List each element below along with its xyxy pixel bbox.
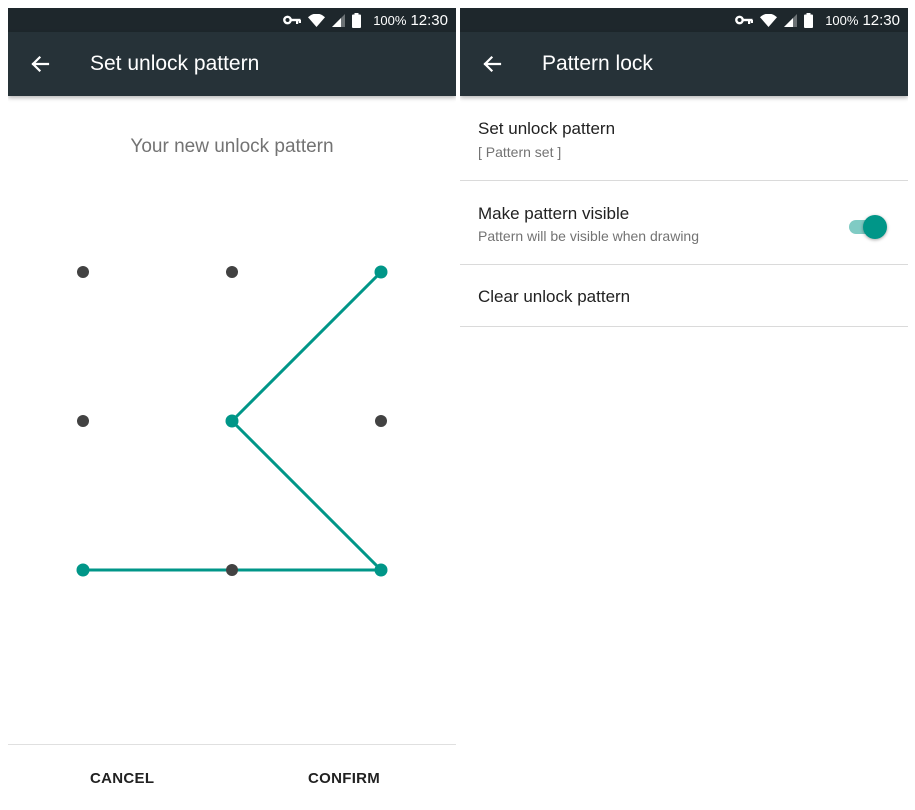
confirm-button[interactable]: CONFIRM [300,760,388,796]
back-button[interactable] [476,48,508,80]
clear-unlock-pattern-item[interactable]: Clear unlock pattern [460,265,908,327]
make-pattern-visible-item[interactable]: Make pattern visible Pattern will be vis… [460,181,908,265]
pref-title: Make pattern visible [478,204,630,223]
page-title: Set unlock pattern [90,52,260,75]
status-icons: 100% 12:30 [276,8,448,32]
pref-title: Clear unlock pattern [478,287,631,306]
pref-summary: Pattern will be visible when drawing [478,228,699,244]
wifi-icon [760,13,778,27]
cell-signal-icon [332,13,346,27]
pattern-dot[interactable] [225,414,239,428]
status-icons: 100% 12:30 [728,8,900,32]
arrow-back-icon [31,55,50,73]
pref-summary: [ Pattern set ] [478,144,562,160]
pattern-dot[interactable] [374,563,388,577]
pattern-visible-toggle[interactable] [847,214,887,240]
app-bar: Pattern lock [460,32,908,96]
cancel-button[interactable]: CANCEL [82,760,162,796]
footer-divider [8,744,456,745]
toggle-thumb [863,215,887,239]
vpn-key-icon [735,15,754,25]
vpn-key-icon [283,15,302,25]
set-unlock-pattern-item[interactable]: Set unlock pattern [ Pattern set ] [460,96,908,181]
battery-icon [352,12,362,28]
set-unlock-pattern-screen: 100% 12:30 Set unlock pattern Your new u… [8,8,456,802]
wifi-icon [308,13,326,27]
status-bar: 100% 12:30 [8,8,456,32]
app-bar: Set unlock pattern [8,32,456,96]
battery-percentage: 100% [825,12,859,28]
pref-title: Set unlock pattern [478,119,616,138]
pattern-dot[interactable] [77,266,89,278]
back-button[interactable] [24,48,56,80]
arrow-back-icon [483,55,502,73]
battery-icon [804,12,814,28]
pattern-dot[interactable] [226,564,238,576]
battery-percentage: 100% [373,12,407,28]
pattern-dot[interactable] [374,265,388,279]
pattern-grid[interactable] [8,96,456,736]
page-title: Pattern lock [542,52,653,75]
pattern-dot[interactable] [375,415,387,427]
cell-signal-icon [784,13,798,27]
status-bar: 100% 12:30 [460,8,908,32]
clock: 12:30 [410,11,448,29]
pattern-lock-screen: 100% 12:30 Pattern lock Set unlock patte… [460,8,908,802]
clock: 12:30 [862,11,900,29]
pattern-dot[interactable] [76,563,90,577]
pattern-dot[interactable] [77,415,89,427]
pattern-dot[interactable] [226,266,238,278]
